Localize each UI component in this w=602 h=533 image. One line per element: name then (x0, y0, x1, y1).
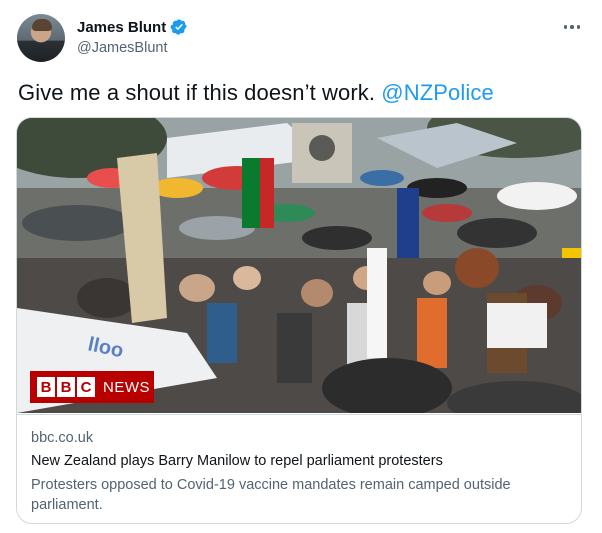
verified-badge-icon (170, 19, 187, 35)
bbc-letter-2: B (57, 377, 75, 397)
more-options-icon[interactable] (561, 20, 583, 34)
tweet-text: Give me a shout if this doesn’t work. @N… (18, 80, 494, 106)
avatar-hair (32, 19, 52, 31)
mention-link[interactable]: @NZPolice (381, 80, 493, 105)
author-handle[interactable]: @JamesBlunt (77, 40, 167, 56)
card-description: Protesters opposed to Covid-19 vaccine m… (31, 477, 511, 513)
card-image[interactable]: lloo B B C NEWS (17, 118, 581, 413)
bbc-letter-1: B (37, 377, 55, 397)
bbc-news-label: NEWS (103, 378, 150, 396)
bbc-letter-3: C (77, 377, 95, 397)
tweet-body: Give me a shout if this doesn’t work. (18, 80, 382, 105)
protest-crowd-photo: lloo (17, 118, 581, 413)
card-meta: bbc.co.uk New Zealand plays Barry Manilo… (17, 414, 581, 515)
author-display-name[interactable]: James Blunt (77, 19, 166, 36)
bbc-news-badge: B B C NEWS (30, 371, 154, 403)
avatar[interactable] (17, 14, 65, 62)
link-card[interactable]: lloo B B C NEWS bbc.co.uk New Zealand pl… (16, 117, 582, 524)
author-name-row: James Blunt (77, 18, 188, 36)
tweet: James Blunt @JamesBlunt Give me a shout … (0, 0, 602, 533)
card-title[interactable]: New Zealand plays Barry Manilow to repel… (31, 452, 569, 471)
card-domain: bbc.co.uk (31, 430, 94, 446)
